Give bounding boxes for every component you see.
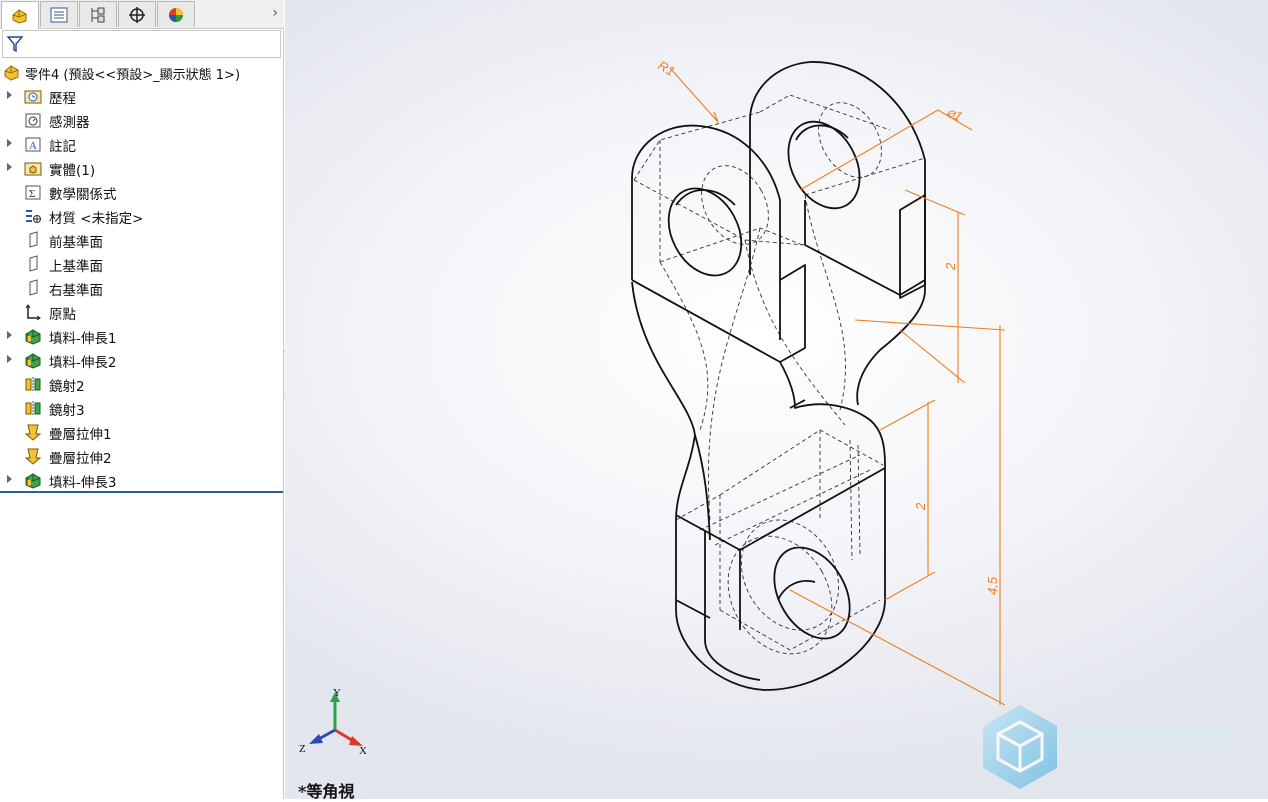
tree-item-plane[interactable]: 右基準面: [0, 276, 284, 300]
part-model-view: R1 ⌀1 2 2 4.5: [631, 58, 1238, 789]
tree-item-label: 原點: [49, 307, 76, 323]
tree-item-label: 疊層拉伸1: [49, 427, 112, 443]
tree-item-label: 註記: [49, 139, 76, 155]
expand-arrow-icon[interactable]: [7, 331, 12, 339]
feature-manager-panel: › 零件4 (預設<<預設>_顯示狀態 1>) 歷程感測器 A 註記實體(1) Σ 數學…: [0, 0, 284, 799]
tree-item-label: 鏡射3: [49, 403, 85, 419]
tree-item-label: 感測器: [49, 115, 90, 131]
tree-item-history[interactable]: 歷程: [0, 84, 284, 108]
tree-item-label: 填料-伸長3: [49, 475, 117, 491]
loft-icon: [24, 447, 42, 465]
mirror-icon: [24, 399, 42, 417]
equations-icon: Σ: [24, 183, 42, 201]
graphics-area[interactable]: R1 ⌀1 2 2 4.5 Y X Z *等角視: [285, 0, 1268, 801]
sensors-icon: [24, 111, 42, 129]
tree-item-label: 實體(1): [49, 163, 96, 179]
tree-item-label: 鏡射2: [49, 379, 85, 395]
feature-tree: 歷程感測器 A 註記實體(1) Σ 數學關係式材質 <未指定> 前基準面上基準面右基準面原…: [0, 84, 284, 492]
tree-item-solid-bodies[interactable]: 實體(1): [0, 156, 284, 180]
overall-height-dimension-label[interactable]: 4.5: [985, 576, 1000, 595]
feature-tree-filter[interactable]: [2, 30, 281, 58]
svg-text:Σ: Σ: [29, 188, 35, 200]
extrude-icon: [24, 351, 42, 369]
property-manager-tab[interactable]: [40, 1, 78, 27]
filter-icon: [6, 36, 24, 53]
display-manager-icon: [169, 7, 183, 22]
x-axis-label: X: [359, 745, 367, 757]
origin-icon: [24, 303, 42, 321]
configuration-manager-icon: [91, 7, 105, 22]
loft-icon: [24, 423, 42, 441]
view-orientation-label: *等角視: [298, 782, 355, 801]
expand-arrow-icon[interactable]: [7, 355, 12, 363]
rollback-bar[interactable]: [0, 491, 283, 493]
tree-item-extrude[interactable]: 填料-伸長3: [0, 468, 284, 492]
tree-item-sensors[interactable]: 感測器: [0, 108, 284, 132]
feature-manager-icon: [12, 8, 27, 24]
y-axis-label: Y: [333, 687, 341, 699]
tree-item-plane[interactable]: 前基準面: [0, 228, 284, 252]
display-manager-tab[interactable]: [157, 1, 195, 27]
dimxpert-icon: [129, 6, 145, 23]
part-root-node[interactable]: 零件4 (預設<<預設>_顯示狀態 1>): [3, 63, 240, 83]
tree-item-extrude[interactable]: 填料-伸長2: [0, 348, 284, 372]
tree-item-annotations[interactable]: A 註記: [0, 132, 284, 156]
upper-height-dimension-label[interactable]: 2: [943, 262, 958, 271]
part-icon: [4, 65, 19, 81]
feature-manager-tab[interactable]: [1, 1, 39, 29]
dimxpert-manager-tab[interactable]: [118, 1, 156, 27]
expand-arrow-icon[interactable]: [7, 139, 12, 147]
extrude-icon: [24, 471, 42, 489]
tree-item-extrude[interactable]: 填料-伸長1: [0, 324, 284, 348]
annotations-icon: A: [24, 135, 42, 153]
expand-arrow-icon[interactable]: [7, 475, 12, 483]
svg-text:A: A: [29, 140, 37, 152]
hidden-edges: [633, 94, 926, 655]
expand-arrow-icon[interactable]: [7, 91, 12, 99]
tree-item-label: 材質 <未指定>: [49, 211, 144, 227]
watermark-logo: [983, 705, 1238, 789]
tree-item-label: 前基準面: [49, 235, 103, 251]
tree-item-mirror[interactable]: 鏡射2: [0, 372, 284, 396]
z-axis-label: Z: [299, 743, 306, 755]
tree-item-loft[interactable]: 疊層拉伸2: [0, 444, 284, 468]
tree-item-origin[interactable]: 原點: [0, 300, 284, 324]
property-manager-icon: [50, 7, 68, 22]
plane-icon: [24, 255, 42, 273]
manager-tab-bar: ›: [0, 0, 284, 29]
tree-item-equations[interactable]: Σ 數學關係式: [0, 180, 284, 204]
solid-bodies-icon: [24, 159, 42, 177]
tree-item-label: 上基準面: [49, 259, 103, 275]
extrude-icon: [24, 327, 42, 345]
radius-dimension-label[interactable]: R1: [656, 58, 678, 79]
expand-arrow-icon[interactable]: [7, 163, 12, 171]
tree-item-label: 數學關係式: [49, 187, 117, 203]
diameter-dimension-label[interactable]: ⌀1: [945, 104, 966, 125]
tree-item-label: 疊層拉伸2: [49, 451, 112, 467]
configuration-manager-tab[interactable]: [79, 1, 117, 27]
tree-item-material[interactable]: 材質 <未指定>: [0, 204, 284, 228]
history-icon: [24, 87, 42, 105]
lower-height-dimension-label[interactable]: 2: [913, 502, 928, 511]
mirror-icon: [24, 375, 42, 393]
plane-icon: [24, 231, 42, 249]
tree-item-label: 歷程: [49, 91, 76, 107]
tree-item-label: 填料-伸長1: [49, 331, 117, 347]
reference-triad: Y X Z: [299, 687, 367, 757]
tree-item-loft[interactable]: 疊層拉伸1: [0, 420, 284, 444]
part-name: 零件4 (預設<<預設>_顯示狀態 1>): [25, 67, 241, 83]
tab-scroll-right-icon[interactable]: ›: [272, 5, 278, 21]
tree-item-label: 右基準面: [49, 283, 103, 299]
tree-item-mirror[interactable]: 鏡射3: [0, 396, 284, 420]
tree-item-label: 填料-伸長2: [49, 355, 117, 371]
z-axis-arrow-icon: [309, 734, 323, 744]
tree-item-plane[interactable]: 上基準面: [0, 252, 284, 276]
material-icon: [24, 207, 42, 225]
plane-icon: [24, 279, 42, 297]
